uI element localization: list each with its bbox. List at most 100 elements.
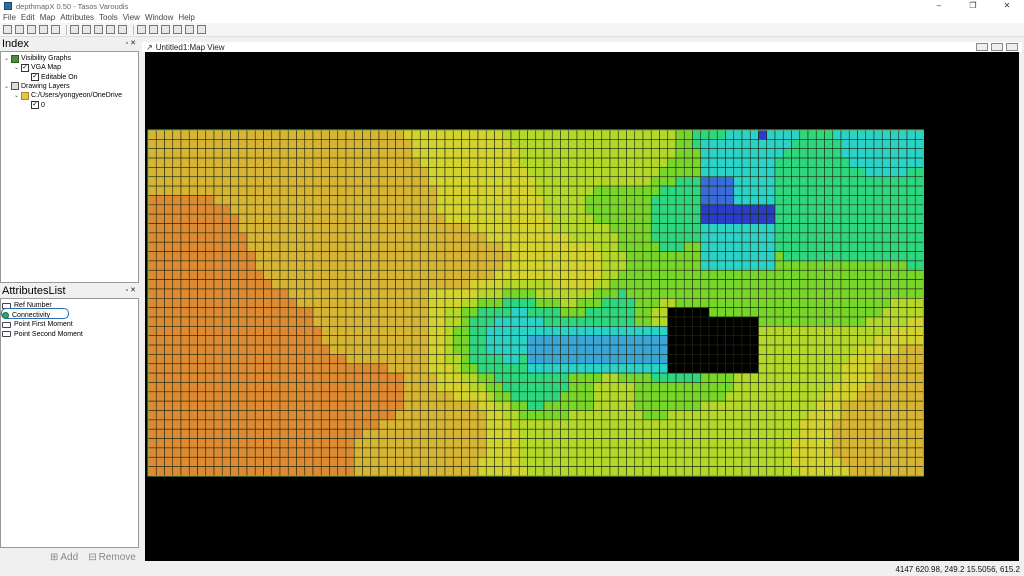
vga-cell — [370, 428, 380, 439]
vga-cell — [230, 204, 240, 215]
vga-cell — [634, 363, 644, 374]
tree-item[interactable]: ⌄ ✓ VGA Map — [14, 63, 61, 72]
menu-map[interactable]: Map — [40, 13, 56, 22]
vga-cell — [502, 260, 512, 271]
vga-cell — [617, 363, 627, 374]
grid-icon[interactable] — [82, 25, 91, 34]
vga-cell — [230, 223, 240, 234]
vga-cell — [609, 213, 619, 224]
remove-attribute-button[interactable]: ⊟ Remove — [88, 552, 136, 563]
vga-cell — [147, 382, 157, 393]
menu-tools[interactable]: Tools — [99, 13, 118, 22]
vga-cell — [881, 167, 891, 178]
vga-cell — [667, 288, 677, 299]
vga-cell — [626, 363, 636, 374]
attributes-panel-buttons[interactable]: ▫ ✕ — [126, 285, 136, 297]
vga-cell — [279, 167, 289, 178]
tree-expander-icon[interactable]: ⌄ — [14, 92, 21, 99]
menu-help[interactable]: Help — [178, 13, 194, 22]
menu-file[interactable]: File — [3, 13, 16, 22]
vga-cell — [609, 307, 619, 318]
vga-cell — [683, 400, 693, 411]
vga-cell — [675, 185, 685, 196]
checkbox-icon[interactable]: ✓ — [31, 73, 39, 82]
menu-window[interactable]: Window — [145, 13, 173, 22]
vga-cell — [452, 298, 462, 308]
axial-icon[interactable] — [173, 25, 182, 34]
isovist-icon[interactable] — [161, 25, 170, 34]
export-icon[interactable] — [70, 25, 79, 34]
vga-cell — [370, 382, 380, 393]
save-icon[interactable] — [27, 25, 36, 34]
index-panel-buttons[interactable]: ▫ ✕ — [126, 38, 136, 50]
attribute-item[interactable]: Point Second Moment — [2, 330, 83, 339]
join-icon[interactable] — [197, 25, 206, 34]
import-icon[interactable] — [51, 25, 60, 34]
map-view[interactable] — [145, 52, 1019, 561]
tree-expander-icon[interactable]: ⌄ — [14, 64, 21, 71]
attribute-item[interactable]: Point First Moment — [2, 320, 73, 329]
selected-attribute-highlight — [1, 308, 69, 319]
vga-cell — [287, 139, 297, 149]
vga-cell — [436, 148, 446, 159]
vga-cell — [213, 456, 223, 467]
map-minimize-button[interactable] — [976, 43, 988, 51]
new-icon[interactable] — [3, 25, 12, 34]
menu-edit[interactable]: Edit — [21, 13, 35, 22]
vga-cell — [733, 447, 743, 458]
vga-cell — [419, 410, 429, 421]
vga-cell — [510, 400, 520, 411]
tree-expander-icon[interactable]: ⌄ — [4, 55, 11, 62]
vga-cell — [452, 438, 462, 449]
vga-cell — [246, 447, 256, 458]
minimize-button[interactable]: – — [922, 0, 956, 12]
tree-item[interactable]: ⌄ C:/Users/yongyeon/OneDrive — [14, 91, 122, 100]
tree-expander-icon[interactable]: ⌄ — [4, 83, 11, 90]
select-icon[interactable] — [94, 25, 103, 34]
vga-cell — [329, 298, 339, 308]
vga-cell — [353, 316, 363, 327]
menu-attributes[interactable]: Attributes — [60, 13, 94, 22]
tree-item[interactable]: ✓ 0 — [24, 101, 45, 110]
vga-cell — [906, 223, 916, 234]
vga-cell — [246, 372, 256, 383]
vga-cell — [180, 176, 190, 187]
vga-cell — [626, 269, 636, 280]
vga-cell — [362, 213, 372, 224]
vga-cell — [626, 288, 636, 299]
menu-view[interactable]: View — [123, 13, 140, 22]
pan-icon[interactable] — [106, 25, 115, 34]
tree-item[interactable]: ✓ Editable On — [24, 73, 78, 82]
vga-map-canvas[interactable] — [145, 52, 1019, 561]
vga-cell — [741, 129, 751, 140]
add-attribute-button[interactable]: ⊞ Add — [50, 552, 78, 563]
vga-cell — [873, 400, 883, 411]
vga-cell — [758, 354, 768, 365]
vga-cell — [296, 335, 306, 346]
vga-cell — [543, 223, 553, 234]
print-icon[interactable] — [39, 25, 48, 34]
vga-cell — [312, 167, 322, 178]
tree-item[interactable]: ⌄ Drawing Layers — [4, 82, 70, 91]
vga-cell — [683, 456, 693, 467]
close-button[interactable]: ✕ — [990, 0, 1024, 12]
vga-cell — [791, 307, 801, 318]
vga-cell — [386, 316, 396, 327]
step-icon[interactable] — [185, 25, 194, 34]
vga-cell — [527, 232, 537, 243]
checkbox-icon[interactable]: ✓ — [21, 63, 29, 72]
vga-cell — [279, 269, 289, 280]
zoom-icon[interactable] — [118, 25, 127, 34]
vga-cell — [840, 213, 850, 224]
checkbox-icon[interactable]: ✓ — [31, 101, 39, 109]
line-icon[interactable] — [149, 25, 158, 34]
tree-item[interactable]: ⌄ Visibility Graphs — [4, 54, 71, 63]
vga-cell — [840, 148, 850, 159]
fill-icon[interactable] — [137, 25, 146, 34]
open-icon[interactable] — [15, 25, 24, 34]
vga-cell — [708, 363, 718, 374]
maximize-button[interactable]: ❐ — [956, 0, 990, 12]
vga-cell — [560, 372, 570, 383]
map-restore-button[interactable] — [991, 43, 1003, 51]
map-close-button[interactable] — [1006, 43, 1018, 51]
